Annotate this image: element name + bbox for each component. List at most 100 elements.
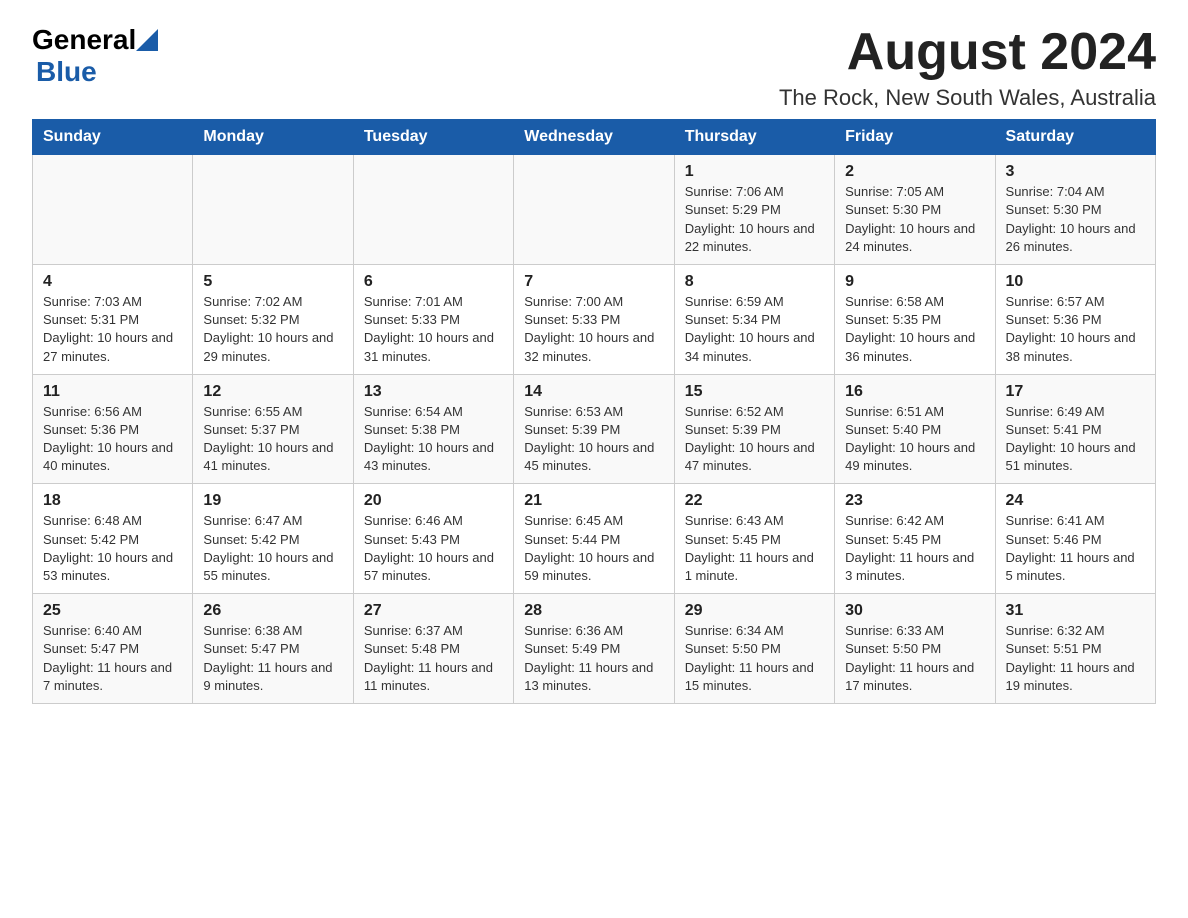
day-number: 3 — [1006, 163, 1145, 181]
day-info: Sunrise: 6:36 AMSunset: 5:49 PMDaylight:… — [524, 622, 663, 695]
calendar-cell: 12 Sunrise: 6:55 AMSunset: 5:37 PMDayligh… — [193, 374, 353, 484]
day-number: 13 — [364, 383, 503, 401]
day-info: Sunrise: 7:04 AMSunset: 5:30 PMDaylight:… — [1006, 183, 1145, 256]
weekday-header-saturday: Saturday — [995, 120, 1155, 155]
day-info: Sunrise: 6:55 AMSunset: 5:37 PMDaylight:… — [203, 403, 342, 476]
calendar-cell: 6Sunrise: 7:01 AMSunset: 5:33 PMDaylight… — [353, 264, 513, 374]
calendar-cell: 21 Sunrise: 6:45 AMSunset: 5:44 PMDayligh… — [514, 484, 674, 594]
calendar-week-row: 4Sunrise: 7:03 AMSunset: 5:31 PMDaylight… — [33, 264, 1156, 374]
day-info: Sunrise: 7:05 AMSunset: 5:30 PMDaylight:… — [845, 183, 984, 256]
calendar-cell: 30 Sunrise: 6:33 AMSunset: 5:50 PMDayligh… — [835, 594, 995, 704]
calendar-cell: 24 Sunrise: 6:41 AMSunset: 5:46 PMDayligh… — [995, 484, 1155, 594]
calendar-cell: 23 Sunrise: 6:42 AMSunset: 5:45 PMDayligh… — [835, 484, 995, 594]
day-info: Sunrise: 6:32 AMSunset: 5:51 PMDaylight:… — [1006, 622, 1145, 695]
calendar-cell: 15Sunrise: 6:52 AMSunset: 5:39 PMDayligh… — [674, 374, 834, 484]
day-number: 21 — [524, 492, 663, 510]
day-info: Sunrise: 7:00 AMSunset: 5:33 PMDaylight:… — [524, 293, 663, 366]
day-info: Sunrise: 6:42 AMSunset: 5:45 PMDaylight:… — [845, 512, 984, 585]
calendar-cell: 7 Sunrise: 7:00 AMSunset: 5:33 PMDaylight… — [514, 264, 674, 374]
logo-blue-text: Blue — [36, 56, 97, 88]
calendar-cell: 2 Sunrise: 7:05 AMSunset: 5:30 PMDaylight… — [835, 155, 995, 265]
calendar-cell — [193, 155, 353, 265]
calendar-cell: 10 Sunrise: 6:57 AMSunset: 5:36 PMDayligh… — [995, 264, 1155, 374]
calendar-cell: 19Sunrise: 6:47 AMSunset: 5:42 PMDayligh… — [193, 484, 353, 594]
day-number: 2 — [845, 163, 984, 181]
title-area: August 2024 The Rock, New South Wales, A… — [779, 24, 1156, 111]
logo-icon-area — [136, 29, 158, 51]
day-info: Sunrise: 6:58 AMSunset: 5:35 PMDaylight:… — [845, 293, 984, 366]
calendar-cell: 29Sunrise: 6:34 AMSunset: 5:50 PMDayligh… — [674, 594, 834, 704]
calendar-cell: 18 Sunrise: 6:48 AMSunset: 5:42 PMDayligh… — [33, 484, 193, 594]
day-number: 12 — [203, 383, 342, 401]
day-info: Sunrise: 6:54 AMSunset: 5:38 PMDaylight:… — [364, 403, 503, 476]
calendar-cell: 14 Sunrise: 6:53 AMSunset: 5:39 PMDayligh… — [514, 374, 674, 484]
weekday-header-friday: Friday — [835, 120, 995, 155]
day-number: 16 — [845, 383, 984, 401]
calendar-cell — [514, 155, 674, 265]
calendar-cell: 27 Sunrise: 6:37 AMSunset: 5:48 PMDayligh… — [353, 594, 513, 704]
day-info: Sunrise: 6:51 AMSunset: 5:40 PMDaylight:… — [845, 403, 984, 476]
day-info: Sunrise: 6:52 AMSunset: 5:39 PMDaylight:… — [685, 403, 824, 476]
calendar-cell: 13 Sunrise: 6:54 AMSunset: 5:38 PMDayligh… — [353, 374, 513, 484]
calendar-cell: 22Sunrise: 6:43 AMSunset: 5:45 PMDayligh… — [674, 484, 834, 594]
weekday-header-sunday: Sunday — [33, 120, 193, 155]
day-info: Sunrise: 6:53 AMSunset: 5:39 PMDaylight:… — [524, 403, 663, 476]
day-number: 11 — [43, 383, 182, 401]
calendar-cell: 26 Sunrise: 6:38 AMSunset: 5:47 PMDayligh… — [193, 594, 353, 704]
day-number: 10 — [1006, 273, 1145, 291]
calendar-cell: 8 Sunrise: 6:59 AMSunset: 5:34 PMDaylight… — [674, 264, 834, 374]
day-info: Sunrise: 7:06 AMSunset: 5:29 PMDaylight:… — [685, 183, 824, 256]
calendar-cell: 9Sunrise: 6:58 AMSunset: 5:35 PMDaylight… — [835, 264, 995, 374]
calendar-cell: 4Sunrise: 7:03 AMSunset: 5:31 PMDaylight… — [33, 264, 193, 374]
calendar-cell: 1 Sunrise: 7:06 AMSunset: 5:29 PMDaylight… — [674, 155, 834, 265]
day-number: 27 — [364, 602, 503, 620]
day-number: 1 — [685, 163, 824, 181]
calendar-cell: 31 Sunrise: 6:32 AMSunset: 5:51 PMDayligh… — [995, 594, 1155, 704]
day-number: 18 — [43, 492, 182, 510]
day-number: 14 — [524, 383, 663, 401]
day-info: Sunrise: 6:40 AMSunset: 5:47 PMDaylight:… — [43, 622, 182, 695]
day-number: 26 — [203, 602, 342, 620]
calendar-week-row: 18 Sunrise: 6:48 AMSunset: 5:42 PMDayligh… — [33, 484, 1156, 594]
day-number: 17 — [1006, 383, 1145, 401]
day-info: Sunrise: 6:46 AMSunset: 5:43 PMDaylight:… — [364, 512, 503, 585]
day-info: Sunrise: 6:57 AMSunset: 5:36 PMDaylight:… — [1006, 293, 1145, 366]
day-info: Sunrise: 6:48 AMSunset: 5:42 PMDaylight:… — [43, 512, 182, 585]
calendar-cell: 20 Sunrise: 6:46 AMSunset: 5:43 PMDayligh… — [353, 484, 513, 594]
day-number: 4 — [43, 273, 182, 291]
day-info: Sunrise: 6:59 AMSunset: 5:34 PMDaylight:… — [685, 293, 824, 366]
day-info: Sunrise: 7:01 AMSunset: 5:33 PMDaylight:… — [364, 293, 503, 366]
day-number: 5 — [203, 273, 342, 291]
calendar-cell: 16 Sunrise: 6:51 AMSunset: 5:40 PMDayligh… — [835, 374, 995, 484]
calendar-cell: 25 Sunrise: 6:40 AMSunset: 5:47 PMDayligh… — [33, 594, 193, 704]
day-number: 31 — [1006, 602, 1145, 620]
calendar-cell: 3 Sunrise: 7:04 AMSunset: 5:30 PMDaylight… — [995, 155, 1155, 265]
day-info: Sunrise: 6:37 AMSunset: 5:48 PMDaylight:… — [364, 622, 503, 695]
day-info: Sunrise: 6:45 AMSunset: 5:44 PMDaylight:… — [524, 512, 663, 585]
calendar-table: SundayMondayTuesdayWednesdayThursdayFrid… — [32, 119, 1156, 704]
day-number: 7 — [524, 273, 663, 291]
day-number: 20 — [364, 492, 503, 510]
weekday-header-thursday: Thursday — [674, 120, 834, 155]
day-info: Sunrise: 6:49 AMSunset: 5:41 PMDaylight:… — [1006, 403, 1145, 476]
calendar-cell: 11Sunrise: 6:56 AMSunset: 5:36 PMDayligh… — [33, 374, 193, 484]
day-number: 25 — [43, 602, 182, 620]
page-header: General Blue August 2024 The Rock, New S… — [32, 24, 1156, 111]
day-number: 23 — [845, 492, 984, 510]
day-number: 24 — [1006, 492, 1145, 510]
logo: General Blue — [32, 24, 158, 88]
calendar-cell: 28Sunrise: 6:36 AMSunset: 5:49 PMDayligh… — [514, 594, 674, 704]
day-number: 8 — [685, 273, 824, 291]
day-number: 30 — [845, 602, 984, 620]
weekday-header-wednesday: Wednesday — [514, 120, 674, 155]
calendar-week-row: 11Sunrise: 6:56 AMSunset: 5:36 PMDayligh… — [33, 374, 1156, 484]
day-info: Sunrise: 6:38 AMSunset: 5:47 PMDaylight:… — [203, 622, 342, 695]
calendar-week-row: 1 Sunrise: 7:06 AMSunset: 5:29 PMDaylight… — [33, 155, 1156, 265]
weekday-header-monday: Monday — [193, 120, 353, 155]
calendar-cell: 5Sunrise: 7:02 AMSunset: 5:32 PMDaylight… — [193, 264, 353, 374]
day-info: Sunrise: 6:41 AMSunset: 5:46 PMDaylight:… — [1006, 512, 1145, 585]
day-info: Sunrise: 6:43 AMSunset: 5:45 PMDaylight:… — [685, 512, 824, 585]
calendar-cell — [353, 155, 513, 265]
month-title: August 2024 — [779, 24, 1156, 81]
day-info: Sunrise: 6:33 AMSunset: 5:50 PMDaylight:… — [845, 622, 984, 695]
